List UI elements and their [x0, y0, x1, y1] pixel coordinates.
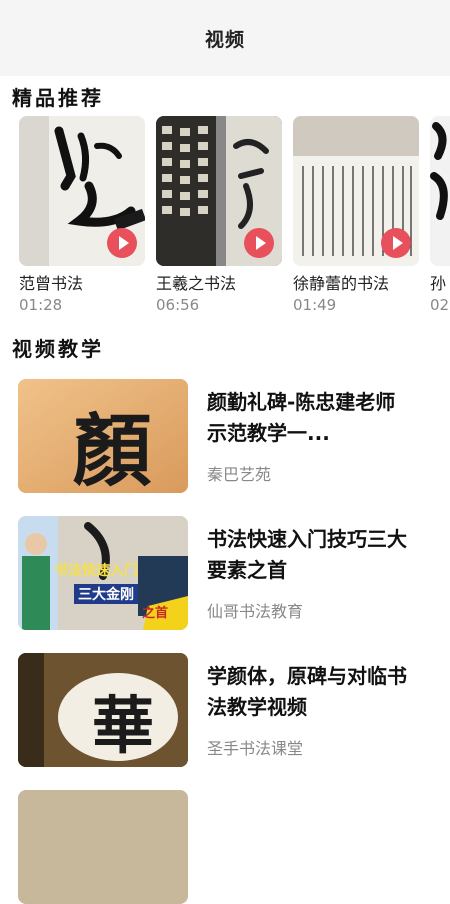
- featured-carousel[interactable]: 范曾书法 01:28 王羲之书法 06:56 徐静蕾的书法 01:49 孙 02: [0, 116, 450, 316]
- teaching-section-title: 视频教学: [12, 337, 104, 361]
- video-list-item[interactable]: 顏 颜勤礼碑-陈忠建老师示范教学一... 秦巴艺苑: [18, 379, 438, 493]
- featured-name: 范曾书法: [19, 274, 84, 293]
- play-icon[interactable]: [381, 228, 411, 258]
- video-thumbnail[interactable]: [19, 116, 145, 266]
- video-thumbnail[interactable]: [18, 790, 188, 904]
- featured-card[interactable]: 王羲之书法 06:56: [156, 116, 282, 314]
- featured-section-title: 精品推荐: [12, 86, 104, 110]
- video-source: 圣手书法课堂: [207, 739, 304, 758]
- video-list-item[interactable]: [18, 790, 438, 904]
- video-thumbnail[interactable]: 书法快速入门 三大金刚 之首: [18, 516, 188, 630]
- thumb-banner-text: 书法快速入门: [54, 563, 138, 579]
- calligraphy-thumb-image: [430, 122, 448, 220]
- thumb-character: 華: [92, 689, 155, 762]
- video-title: 学颜体，原碑与对临书法教学视频: [207, 664, 407, 719]
- video-title: 颜勤礼碑-陈忠建老师示范教学一...: [207, 390, 396, 445]
- featured-name: 王羲之书法: [156, 274, 237, 293]
- featured-card[interactable]: 徐静蕾的书法 01:49: [293, 116, 419, 314]
- play-icon[interactable]: [244, 228, 274, 258]
- video-thumbnail[interactable]: 華: [18, 653, 188, 767]
- video-list-item[interactable]: 书法快速入门 三大金刚 之首 书法快速入门技巧三大要素之首 仙哥书法教育: [18, 516, 438, 630]
- featured-duration: 06:56: [156, 296, 200, 314]
- thumb-character: 顏: [73, 406, 152, 493]
- top-bar: 视频: [0, 0, 450, 76]
- play-icon[interactable]: [107, 228, 137, 258]
- video-title: 书法快速入门技巧三大要素之首: [207, 527, 407, 582]
- featured-card[interactable]: 范曾书法 01:28: [19, 116, 145, 314]
- page-title: 视频: [204, 28, 245, 51]
- video-list-item[interactable]: 華 学颜体，原碑与对临书法教学视频 圣手书法课堂: [18, 653, 438, 767]
- featured-duration: 02: [430, 296, 450, 314]
- featured-card[interactable]: 孙 02: [430, 116, 450, 314]
- video-thumbnail[interactable]: 顏: [18, 379, 188, 493]
- video-source: 仙哥书法教育: [207, 602, 304, 621]
- featured-name: 孙: [430, 274, 447, 293]
- video-source: 秦巴艺苑: [207, 465, 272, 484]
- thumb-subtitle-text: 三大金刚: [74, 584, 138, 604]
- video-thumbnail[interactable]: [430, 116, 450, 266]
- video-thumbnail[interactable]: [293, 116, 419, 266]
- thumb-badge-text: 之首: [142, 606, 169, 621]
- featured-duration: 01:28: [19, 296, 63, 314]
- featured-duration: 01:49: [293, 296, 337, 314]
- video-thumbnail[interactable]: [156, 116, 282, 266]
- featured-name: 徐静蕾的书法: [293, 274, 390, 293]
